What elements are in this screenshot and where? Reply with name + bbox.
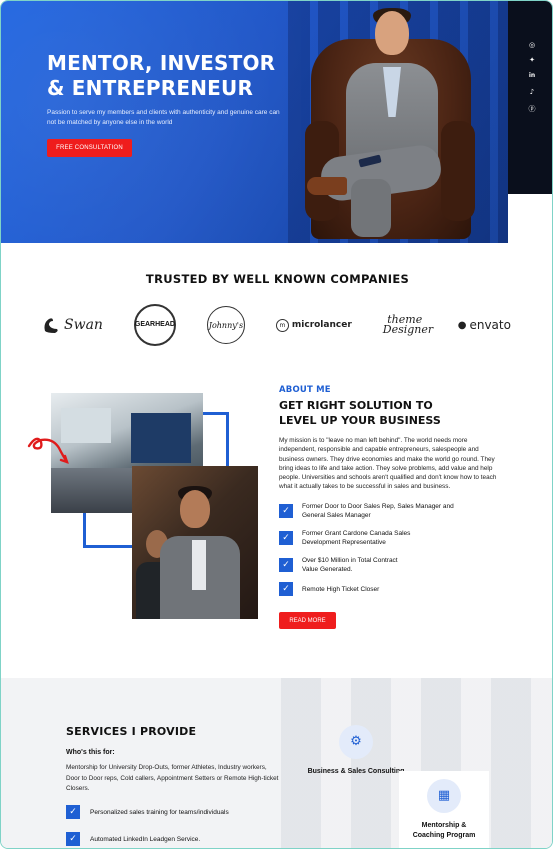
microlancer-icon: m — [275, 318, 289, 332]
hero-title-line1: MENTOR, INVESTOR — [47, 51, 276, 75]
list-item: ✓ Personalized sales training for teams/… — [66, 805, 229, 819]
company-logos: Swan GEARHEAD Johnny's m microlancer the… — [41, 303, 511, 347]
about-title: GET RIGHT SOLUTION TO LEVEL UP YOUR BUSI… — [279, 399, 499, 428]
tiktok-icon[interactable]: ♪ — [528, 88, 536, 96]
office-screens — [131, 413, 191, 463]
hero-section: MENTOR, INVESTOR & ENTREPRENEUR Passion … — [1, 1, 508, 243]
service-item-text: Personalized sales training for teams/in… — [90, 808, 229, 816]
service-card-mentorship[interactable]: ▦ Mentorship & Coaching Program — [399, 771, 489, 848]
list-item: ✓ Former Grant Cardone Canada Sales Deve… — [279, 529, 422, 547]
logo-johnnys-text: Johnny's — [208, 320, 244, 330]
credential-text: Remote High Ticket Closer — [302, 585, 380, 593]
logo-theme-designer-text: theme Designer — [382, 313, 434, 336]
about-title-line1: GET RIGHT SOLUTION TO — [279, 399, 433, 412]
credential-text: Former Grant Cardone Canada Sales Develo… — [302, 530, 411, 546]
team-photo — [132, 466, 258, 619]
service-card-consulting[interactable]: ⚙ Business & Sales Consulting — [301, 715, 411, 795]
chair-arm-right — [441, 121, 475, 221]
checkmark-icon: ✓ — [279, 504, 293, 518]
logo-swan-text: Swan — [64, 317, 103, 333]
social-sidebar: ◎ ✦ in ♪ ⓟ — [508, 1, 552, 194]
logo-microlancer-text: microlancer — [291, 320, 352, 330]
hero-subtitle: Passion to serve my members and clients … — [47, 109, 280, 126]
service-item-text: Automated LinkedIn Leadgen Service. — [90, 835, 201, 843]
trusted-title: TRUSTED BY WELL KNOWN COMPANIES — [145, 272, 410, 286]
logo-envato-text: envato — [469, 318, 511, 332]
lower-leg — [351, 179, 391, 237]
about-title-line2: LEVEL UP YOUR BUSINESS — [279, 413, 441, 427]
presentation-icon: ▦ — [427, 779, 461, 813]
services-section: SERVICES I PROVIDE Who's this for: Mento… — [1, 678, 552, 848]
service-card-title: Business & Sales Consulting — [307, 768, 405, 775]
briefcase-icon: ⚙ — [339, 725, 373, 759]
face — [375, 11, 409, 55]
list-item: ✓ Remote High Ticket Closer — [279, 582, 482, 596]
logo-johnnys: Johnny's — [206, 306, 245, 344]
person1-shirt — [192, 540, 206, 590]
checkmark-icon: ✓ — [279, 531, 293, 545]
page-frame: MENTOR, INVESTOR & ENTREPRENEUR Passion … — [0, 0, 553, 849]
read-more-button[interactable]: READ MORE — [279, 612, 336, 629]
hero-title: MENTOR, INVESTOR & ENTREPRENEUR — [47, 51, 307, 101]
free-consultation-button[interactable]: FREE CONSULTATION — [47, 139, 132, 157]
shoe — [307, 177, 347, 195]
logo-gearhead: GEARHEAD — [133, 304, 176, 346]
credential-text: Over $10 Million in Total Contract Value… — [302, 557, 398, 573]
checkmark-icon: ✓ — [66, 832, 80, 846]
who-text: Mentorship for University Drop-Outs, for… — [66, 764, 279, 792]
linkedin-icon[interactable]: in — [528, 72, 536, 80]
about-text: My mission is to "leave no man left behi… — [279, 437, 497, 491]
logo-gearhead-text: GEARHEAD — [134, 321, 175, 328]
service-card-title: Mentorship & Coaching Program — [412, 822, 476, 839]
checkmark-icon: ✓ — [279, 582, 293, 596]
hero-title-line2: & ENTREPRENEUR — [47, 76, 254, 100]
list-item: ✓ Over $10 Million in Total Contract Val… — [279, 556, 412, 574]
logo-microlancer: m microlancer — [275, 318, 352, 332]
services-title: SERVICES I PROVIDE — [66, 725, 197, 738]
who-label: Who's this for: — [66, 749, 115, 756]
logo-theme-designer: theme Designer — [382, 313, 434, 336]
credential-text: Former Door to Door Sales Rep, Sales Man… — [302, 503, 454, 519]
checkmark-icon: ✓ — [66, 805, 80, 819]
twitter-icon[interactable]: ✦ — [528, 56, 536, 64]
checkmark-icon: ✓ — [279, 558, 293, 572]
pinterest-icon[interactable]: ⓟ — [528, 105, 536, 113]
instagram-icon[interactable]: ◎ — [528, 41, 536, 49]
list-item: ✓ Automated LinkedIn Leadgen Service. — [66, 832, 200, 846]
logo-swan: Swan — [41, 315, 103, 335]
person1-face — [180, 490, 210, 528]
red-scribble-icon — [27, 437, 69, 464]
envato-leaf-icon: ● — [457, 319, 467, 331]
about-label: ABOUT ME — [279, 385, 331, 395]
list-item: ✓ Former Door to Door Sales Rep, Sales M… — [279, 502, 462, 520]
swan-icon — [44, 318, 58, 333]
logo-envato: ● envato — [458, 318, 511, 332]
